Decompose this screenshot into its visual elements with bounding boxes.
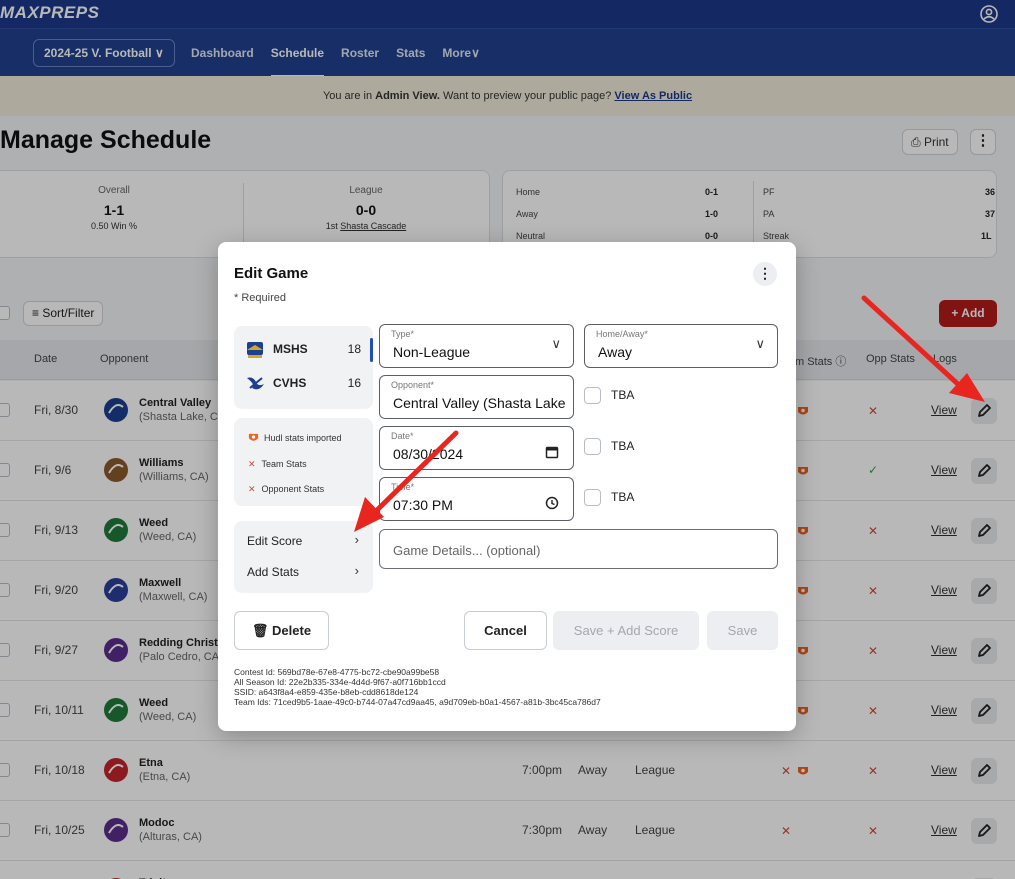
opponent-field[interactable]: Opponent* Central Valley (Shasta Lake, <box>379 375 574 419</box>
chevron-down-icon: ∨ <box>551 336 561 351</box>
team-stats-status: ✕ Team Stats <box>248 459 307 469</box>
edit-game-modal: Edit Game * Required ⋮ MSHS 18 CVHS 16 H… <box>218 242 796 731</box>
stats-status-box: Hudl stats imported ✕ Team Stats ✕ Opponen… <box>234 418 373 506</box>
away-team-score: 16 <box>347 376 361 390</box>
calendar-icon[interactable] <box>545 445 559 459</box>
modal-more-button[interactable]: ⋮ <box>753 262 777 286</box>
tba-label: TBA <box>611 388 635 402</box>
cvhs-logo-icon <box>247 377 264 390</box>
date-tba-checkbox[interactable] <box>584 438 601 455</box>
chevron-right-icon: › <box>354 532 359 547</box>
winner-indicator <box>370 338 373 362</box>
edit-score-action[interactable]: Edit Score <box>247 534 302 548</box>
delete-game-button[interactable]: 🗑 Delete <box>234 611 329 650</box>
tba-label: TBA <box>611 490 635 504</box>
opponent-stats-status: ✕ Opponent Stats <box>248 484 325 494</box>
tba-label: TBA <box>611 439 635 453</box>
chevron-down-icon: ∨ <box>755 336 765 351</box>
time-tba-checkbox[interactable] <box>584 489 601 506</box>
chevron-right-icon: › <box>354 563 359 578</box>
home-team-abbr: MSHS <box>273 342 308 356</box>
date-field[interactable]: Date* 08/30/2024 <box>379 426 574 470</box>
score-summary: MSHS 18 CVHS 16 <box>234 326 373 409</box>
opponent-tba-checkbox[interactable] <box>584 387 601 404</box>
game-actions: Edit Score › Add Stats › <box>234 521 373 593</box>
away-team-abbr: CVHS <box>273 376 307 390</box>
add-stats-action[interactable]: Add Stats <box>247 565 299 579</box>
close-icon: ✕ <box>248 484 256 494</box>
cancel-button[interactable]: Cancel <box>464 611 547 650</box>
game-details-input[interactable]: Game Details... (optional) <box>379 529 778 569</box>
mshs-logo-icon <box>247 342 263 358</box>
game-identifiers: Contest Id: 569bd78e-67e8-4775-bc72-cbe9… <box>234 667 601 707</box>
modal-title: Edit Game <box>234 265 309 282</box>
home-team-score: 18 <box>347 342 361 356</box>
game-type-select[interactable]: Type* Non-League ∨ <box>379 324 574 368</box>
save-add-score-button[interactable]: Save + Add Score <box>553 611 699 650</box>
close-icon: ✕ <box>248 459 256 469</box>
trash-icon: 🗑 <box>251 623 269 638</box>
save-button[interactable]: Save <box>707 611 778 650</box>
time-field[interactable]: Time* 07:30 PM <box>379 477 574 521</box>
home-away-select[interactable]: Home/Away* Away ∨ <box>584 324 778 368</box>
required-note: * Required <box>234 292 286 304</box>
hudl-imported-label: Hudl stats imported <box>264 433 342 443</box>
clock-icon[interactable] <box>545 496 559 510</box>
hudl-icon <box>248 433 259 441</box>
